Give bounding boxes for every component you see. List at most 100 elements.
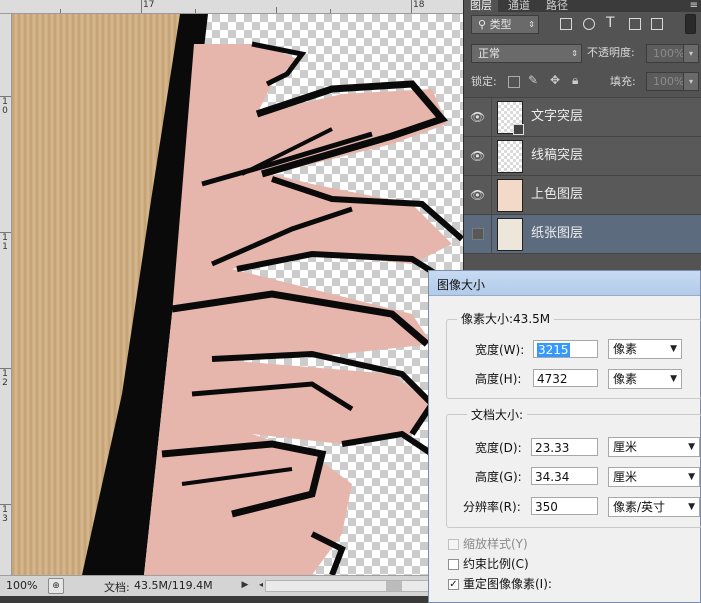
lock-move-icon[interactable]: ✥ <box>550 73 560 87</box>
ruler-label-10: 1 0 <box>2 97 8 116</box>
layer-name[interactable]: 纸张图层 <box>531 226 583 242</box>
layer-name[interactable]: 上色图层 <box>531 187 583 203</box>
resolution-unit-value: 像素/英寸 <box>613 500 666 514</box>
chevron-down-icon: ⇕ <box>528 20 535 29</box>
chevron-down-icon: ▼ <box>670 344 677 354</box>
opacity-value: 100% <box>653 47 685 60</box>
panel-lower-area <box>464 253 701 271</box>
layer-filter-select[interactable]: ⚲ 类型 ⇕ <box>471 15 539 34</box>
search-icon: ⚲ <box>478 18 490 31</box>
dialog-title-bar[interactable]: 图像大小 <box>429 271 700 296</box>
constrain-proportions-checkbox[interactable] <box>448 559 459 570</box>
horizontal-scrollbar[interactable] <box>265 580 447 592</box>
doc-height-unit-value: 厘米 <box>613 470 638 484</box>
lock-label: 锁定: <box>471 75 497 88</box>
layer-thumbnail <box>497 101 524 135</box>
layer-thumbnail <box>497 218 523 251</box>
image-size-dialog: 图像大小 像素大小:43.5M 宽度(W): 3215 像素 ▼ 高度(H): 4… <box>428 270 701 603</box>
doc-width-unit-value: 厘米 <box>613 440 638 454</box>
chevron-down-icon: ▼ <box>670 374 677 384</box>
doc-width-input[interactable]: 23.33 <box>531 438 598 456</box>
filter-pixel-icon[interactable] <box>560 18 572 30</box>
opacity-label: 不透明度: <box>587 46 635 59</box>
layer-mask-icon <box>513 124 524 135</box>
layer-thumbnail <box>497 140 523 173</box>
height-label: 高度(H): <box>475 372 522 386</box>
scrollbar-thumb[interactable] <box>386 581 402 591</box>
opacity-input[interactable]: 100% <box>646 44 684 63</box>
layer-name[interactable]: 线稿突层 <box>531 148 583 164</box>
scale-styles-label[interactable]: 缩放样式(Y) <box>463 537 528 551</box>
status-bar: 100% ⊕ 文档: 43.5M/119.4M ▶ ◂ <box>0 575 463 596</box>
tab-layers[interactable]: 图层 <box>464 0 498 12</box>
ruler-label-12: 1 2 <box>2 369 8 388</box>
height-input[interactable]: 4732 <box>533 369 598 387</box>
layer-row-color[interactable]: 👁︎ 上色图层 <box>464 175 701 214</box>
width-unit-select[interactable]: 像素 ▼ <box>608 339 682 359</box>
resample-checkbox[interactable]: ✓ <box>448 579 459 590</box>
fill-label: 填充: <box>610 75 636 88</box>
filter-smart-object-icon[interactable] <box>651 18 663 30</box>
pixel-dimensions-title: 像素大小:43.5M <box>457 312 555 326</box>
doc-width-unit-select[interactable]: 厘米 ▼ <box>608 437 700 457</box>
visibility-toggle-empty[interactable] <box>472 228 484 240</box>
filter-toggle-switch[interactable] <box>685 14 696 34</box>
doc-height-unit-select[interactable]: 厘米 ▼ <box>608 467 700 487</box>
dialog-title: 图像大小 <box>437 278 486 292</box>
height-unit-select[interactable]: 像素 ▼ <box>608 369 682 389</box>
opacity-dropdown-arrow-icon[interactable]: ▾ <box>683 44 699 63</box>
width-unit-value: 像素 <box>613 342 638 356</box>
visibility-eye-icon[interactable]: 👁︎ <box>470 149 485 163</box>
chevron-down-icon: ▼ <box>688 442 695 452</box>
filter-type-icon[interactable]: T <box>606 15 615 31</box>
blend-mode-value: 正常 <box>478 47 500 60</box>
ruler-label-17: 17 <box>143 0 155 10</box>
layer-row-lineart[interactable]: 👁︎ 线稿突层 <box>464 136 701 175</box>
vertical-ruler[interactable]: 1 0 1 1 1 2 1 3 <box>0 14 12 575</box>
doc-height-label: 高度(G): <box>475 470 522 484</box>
export-icon[interactable]: ⊕ <box>48 578 64 594</box>
width-label: 宽度(W): <box>475 343 525 357</box>
layer-name[interactable]: 文字突层 <box>531 109 583 125</box>
doc-size-label: 文档: <box>104 581 130 594</box>
horizontal-ruler[interactable]: 17 18 <box>0 0 463 14</box>
zoom-level[interactable]: 100% <box>6 579 37 592</box>
filter-shape-icon[interactable] <box>629 18 641 30</box>
width-value: 3215 <box>537 343 570 357</box>
resolution-value: 350 <box>535 500 558 514</box>
tab-paths[interactable]: 路径 <box>540 0 574 12</box>
visibility-eye-icon[interactable]: 👁︎ <box>470 110 485 124</box>
ruler-label-18: 18 <box>413 0 425 10</box>
lock-transparent-icon[interactable] <box>508 76 520 88</box>
resample-label[interactable]: 重定图像像素(I): <box>463 577 552 591</box>
scale-styles-checkbox[interactable] <box>448 539 459 550</box>
doc-width-value: 23.33 <box>535 441 570 455</box>
doc-height-value: 34.34 <box>535 470 570 484</box>
visibility-eye-icon[interactable]: 👁︎ <box>470 188 485 202</box>
panel-menu-icon[interactable]: ≡ <box>690 0 698 11</box>
layers-panel: 图层 通道 路径 ≡ ⚲ 类型 ⇕ T 正常 ⇕ 不透明度: 100% ▾ 锁定… <box>463 0 701 271</box>
layer-row-paper[interactable]: 纸张图层 <box>464 214 701 253</box>
document-canvas[interactable] <box>12 14 463 575</box>
resolution-input[interactable]: 350 <box>531 497 598 515</box>
height-value: 4732 <box>537 372 568 386</box>
fill-dropdown-arrow-icon[interactable]: ▾ <box>683 72 699 91</box>
chevron-down-icon: ⇕ <box>571 49 578 58</box>
row-divider <box>491 137 492 175</box>
resolution-label: 分辨率(R): <box>463 500 521 514</box>
width-input[interactable]: 3215 <box>533 340 598 358</box>
constrain-proportions-label[interactable]: 约束比例(C) <box>463 557 529 571</box>
doc-size-value: 43.5M/119.4M <box>134 579 213 592</box>
tab-channels[interactable]: 通道 <box>502 0 536 12</box>
lock-all-icon[interactable]: 🔒︎ <box>572 73 578 88</box>
filter-adjustment-icon[interactable] <box>583 18 595 30</box>
ruler-label-13: 1 3 <box>2 505 8 524</box>
blend-mode-select[interactable]: 正常 ⇕ <box>471 44 582 63</box>
status-menu-arrow-icon[interactable]: ▶ <box>238 578 252 592</box>
doc-height-input[interactable]: 34.34 <box>531 467 598 485</box>
fill-input[interactable]: 100% <box>646 72 684 91</box>
layer-row-text[interactable]: 👁︎ 文字突层 <box>464 97 701 136</box>
lock-brush-icon[interactable]: ✎ <box>528 73 538 87</box>
filter-kind-value: 类型 <box>489 18 512 31</box>
resolution-unit-select[interactable]: 像素/英寸 ▼ <box>608 497 700 517</box>
